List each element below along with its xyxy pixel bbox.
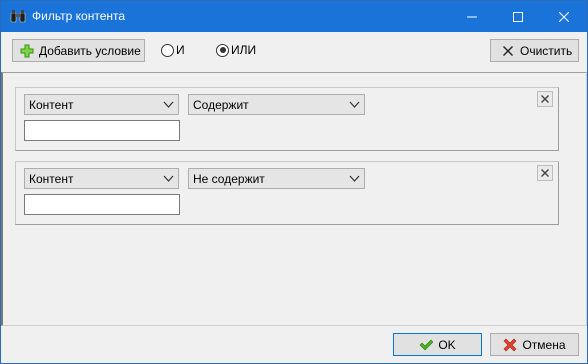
remove-condition-button[interactable] [537,91,553,107]
close-button[interactable] [541,1,587,32]
remove-condition-button[interactable] [537,165,553,181]
cancel-button[interactable]: Отмена [490,333,579,356]
operator-select[interactable]: Содержит [188,94,365,115]
conditions-panel: Контент Содержит Контент Не содержит [1,72,587,326]
radio-or[interactable]: ИЛИ [216,43,256,57]
maximize-button[interactable] [495,1,541,32]
condition-value-input[interactable] [24,120,180,141]
field-select[interactable]: Контент [24,168,179,189]
field-select[interactable]: Контент [24,94,179,115]
minimize-button[interactable] [449,1,495,32]
add-condition-button[interactable]: Добавить условие [12,39,145,62]
close-icon [541,95,549,103]
radio-or-circle[interactable] [216,43,229,57]
checkmark-icon [419,339,434,350]
chevron-down-icon [163,101,174,108]
filter-dialog: Фильтр контента Добавить условие И ИЛИ О… [0,0,588,364]
close-icon [541,169,549,177]
operator-select-value: Не содержит [193,171,265,186]
plus-icon [20,44,34,57]
operator-select[interactable]: Не содержит [188,168,365,189]
ok-label: OK [438,337,456,352]
chevron-down-icon [349,175,360,182]
x-icon [503,45,513,56]
radio-or-label: ИЛИ [231,43,257,57]
toolbar: Добавить условие И ИЛИ Очистить [1,32,587,70]
clear-button[interactable]: Очистить [490,39,579,62]
window-title: Фильтр контента [32,9,126,23]
x-icon [504,338,517,351]
minimize-icon [467,16,477,17]
clear-label: Очистить [520,43,573,58]
radio-and[interactable]: И [161,43,185,57]
condition-row: Контент Не содержит [15,161,559,225]
ok-button[interactable]: OK [393,333,482,356]
binoculars-icon [10,10,26,23]
maximize-icon [513,11,523,22]
field-select-value: Контент [29,171,74,186]
radio-and-circle[interactable] [161,43,174,57]
chevron-down-icon [349,101,360,108]
condition-row: Контент Содержит [15,87,559,151]
field-select-value: Контент [29,97,74,112]
chevron-down-icon [163,175,174,182]
condition-value-input[interactable] [24,194,180,215]
close-icon [559,11,569,22]
radio-and-label: И [176,43,185,57]
title-bar[interactable]: Фильтр контента [1,1,587,32]
operator-select-value: Содержит [193,97,249,112]
add-condition-label: Добавить условие [39,43,141,58]
cancel-label: Отмена [522,337,566,352]
